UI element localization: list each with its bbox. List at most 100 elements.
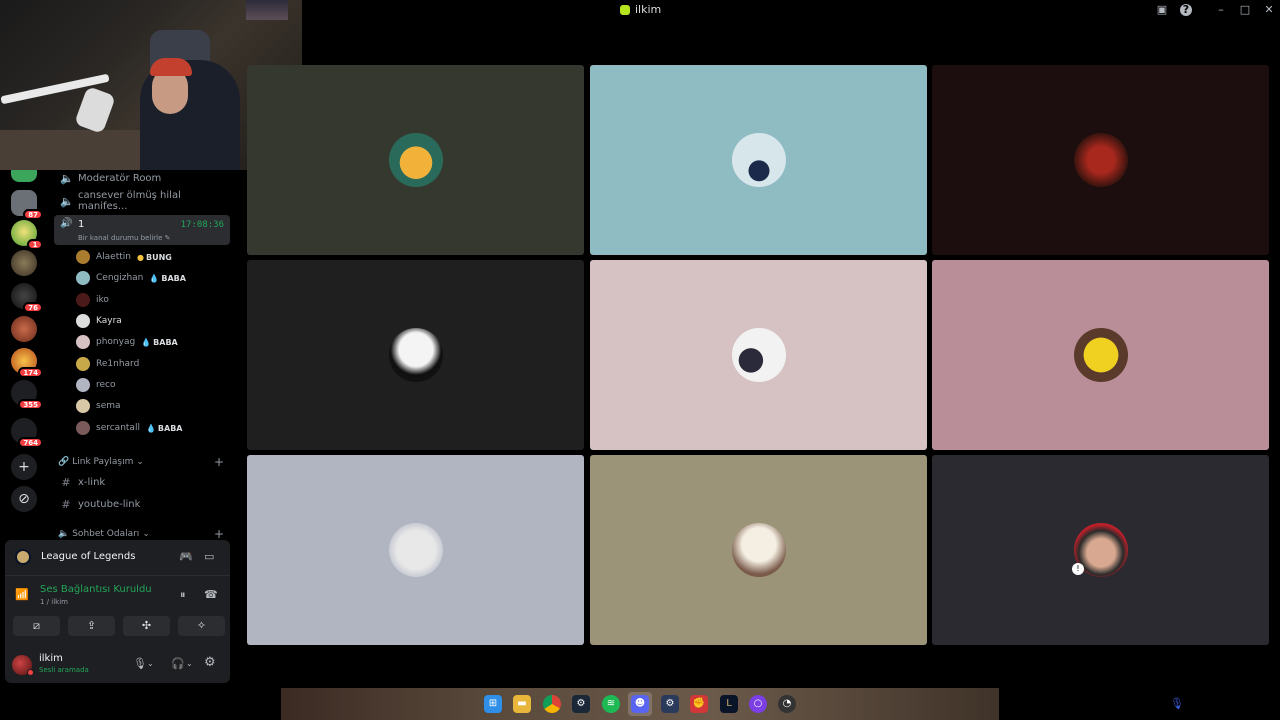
channel-cansever[interactable]: 🔈 cansever ölmüş hilal manifes... — [54, 190, 230, 212]
server-folder-icon[interactable]: 764 — [11, 418, 43, 448]
chevron-down-icon[interactable]: ⌄ — [147, 659, 154, 668]
noise-suppression-icon[interactable]: ⏸ — [180, 588, 186, 602]
file-explorer-icon[interactable]: ▬ — [513, 695, 531, 713]
window-title: ilkim — [620, 3, 661, 16]
server-logo-icon — [620, 4, 630, 15]
avatar — [732, 133, 786, 187]
activity-bar[interactable]: League of Legends 🎮 ▭ — [5, 540, 230, 576]
mention-badge: 174 — [18, 367, 43, 378]
channel-label: cansever ölmüş hilal manifes... — [78, 190, 181, 212]
voice-user[interactable]: phonyag 💧 BABA — [76, 333, 178, 351]
channel-status-prompt[interactable]: Bir kanal durumu belirle ✎ — [78, 234, 171, 242]
chevron-down-icon: ⌄ — [136, 457, 144, 467]
add-channel-icon[interactable]: + — [214, 455, 224, 469]
server-icon[interactable]: 174 — [11, 348, 43, 378]
steam-icon[interactable]: ⚙ — [572, 695, 590, 713]
start-icon[interactable]: ⊞ — [484, 695, 502, 713]
gear-icon[interactable]: ⚙ — [204, 655, 216, 670]
help-icon[interactable]: ? — [1180, 4, 1192, 16]
microphone-tray-icon[interactable]: 🎙 — [1170, 697, 1184, 710]
voice-state[interactable]: Ses Bağlantısı Kuruldu — [40, 584, 152, 595]
avatar: ! — [1072, 523, 1128, 577]
window-title-text: ilkim — [635, 3, 662, 16]
voice-user[interactable]: iko — [76, 291, 109, 309]
activities-button[interactable]: ✣ — [123, 616, 170, 636]
video-tile[interactable] — [247, 455, 584, 645]
voice-user[interactable]: sercantall 💧 BABA — [76, 419, 183, 437]
user-name: phonyag — [96, 337, 136, 347]
server-icon[interactable] — [11, 170, 37, 182]
video-tile[interactable] — [590, 65, 927, 255]
channel-label: 1 — [78, 219, 85, 230]
discord-icon[interactable]: ☻ — [631, 695, 649, 713]
maximize-icon[interactable]: □ — [1239, 4, 1251, 16]
spotify-icon[interactable]: ≋ — [602, 695, 620, 713]
voice-user[interactable]: Alaettin ● BUNG — [76, 248, 172, 266]
soundboard-button[interactable]: ✧ — [178, 616, 225, 636]
tag-label: BABA — [153, 337, 178, 347]
avatar — [76, 399, 90, 413]
gamepad-icon[interactable]: 🎮 — [179, 550, 193, 563]
user-name[interactable]: ilkim — [39, 653, 63, 664]
riot-client-icon[interactable]: ✊ — [690, 695, 708, 713]
avatar — [732, 328, 786, 382]
add-server-icon[interactable]: + — [11, 454, 37, 480]
server-list: 87 1 76 174 355 764 + ⊘ — [0, 170, 48, 520]
settings-icon[interactable]: ⚙ — [661, 695, 679, 713]
drop-icon: 💧 — [149, 273, 160, 283]
user-name: iko — [96, 295, 109, 305]
user-name: Re1nhard — [96, 359, 140, 369]
drop-icon: 💧 — [145, 423, 156, 433]
channel-x-link[interactable]: # x-link — [54, 472, 230, 492]
channel-active-voice[interactable]: 🔊 1 17:08:36 Bir kanal durumu belirle ✎ — [54, 215, 230, 245]
voice-channel-path[interactable]: 1 / ilkim — [40, 598, 68, 606]
avatar — [1074, 133, 1128, 187]
camera-off-button[interactable]: ⧄ — [13, 616, 60, 636]
screen-share-button[interactable]: ⇪ — [68, 616, 115, 636]
voice-user[interactable]: reco — [76, 376, 116, 394]
league-client-icon[interactable]: L — [720, 695, 738, 713]
voice-active-icon: 🔊 — [60, 218, 73, 229]
add-channel-icon[interactable]: + — [214, 527, 224, 541]
voice-user[interactable]: sema — [76, 397, 121, 415]
chevron-down-icon[interactable]: ⌄ — [186, 659, 193, 668]
voice-user[interactable]: Re1nhard — [76, 355, 139, 373]
video-tile[interactable] — [932, 260, 1269, 450]
inbox-icon[interactable]: ▣ — [1156, 4, 1168, 16]
user-name: Cengizhan — [96, 273, 144, 283]
voice-user[interactable]: Kayra — [76, 312, 122, 330]
video-tile[interactable] — [590, 455, 927, 645]
app-circle-icon[interactable]: ○ — [749, 695, 767, 713]
activity-name: League of Legends — [41, 551, 136, 562]
video-tile[interactable] — [247, 65, 584, 255]
channel-moderator-room[interactable]: 🔈 Moderatör Room — [54, 168, 230, 188]
channel-youtube-link[interactable]: # youtube-link — [54, 494, 230, 514]
server-icon[interactable] — [11, 250, 37, 276]
microphone-icon[interactable]: 🎙 — [133, 657, 147, 670]
minimize-icon[interactable]: – — [1215, 4, 1227, 16]
call-timer: 17:08:36 — [180, 220, 224, 230]
server-folder-icon[interactable]: 355 — [11, 380, 43, 410]
server-icon[interactable]: 87 — [11, 190, 43, 220]
headphones-icon[interactable]: 🎧 — [171, 657, 185, 670]
server-icon[interactable] — [11, 316, 37, 342]
mention-badge: 355 — [18, 399, 43, 410]
avatar — [1074, 328, 1128, 382]
category-link-paylasim[interactable]: 🔗 Link Paylaşım ⌄ — [58, 457, 144, 467]
category-sohbet-odalari[interactable]: 🔈 Sohbet Odaları ⌄ — [58, 529, 150, 539]
discover-icon[interactable]: ⊘ — [11, 486, 37, 512]
discord-app: ilkim ▣ ? – □ ✕ 87 1 76 174 355 764 + ⊘ … — [0, 0, 1280, 720]
video-tile[interactable] — [932, 65, 1269, 255]
video-tile[interactable]: ! — [932, 455, 1269, 645]
chrome-icon[interactable] — [543, 695, 561, 713]
disconnect-icon[interactable]: ☎ — [204, 588, 218, 601]
obs-icon[interactable]: ◔ — [778, 695, 796, 713]
status-dot — [27, 669, 34, 676]
voice-user[interactable]: Cengizhan 💧 BABA — [76, 269, 186, 287]
close-icon[interactable]: ✕ — [1263, 4, 1275, 16]
server-icon[interactable]: 76 — [11, 283, 43, 313]
video-tile[interactable] — [247, 260, 584, 450]
server-icon[interactable]: 1 — [11, 220, 43, 250]
video-tile[interactable] — [590, 260, 927, 450]
screen-share-icon[interactable]: ▭ — [204, 550, 214, 563]
